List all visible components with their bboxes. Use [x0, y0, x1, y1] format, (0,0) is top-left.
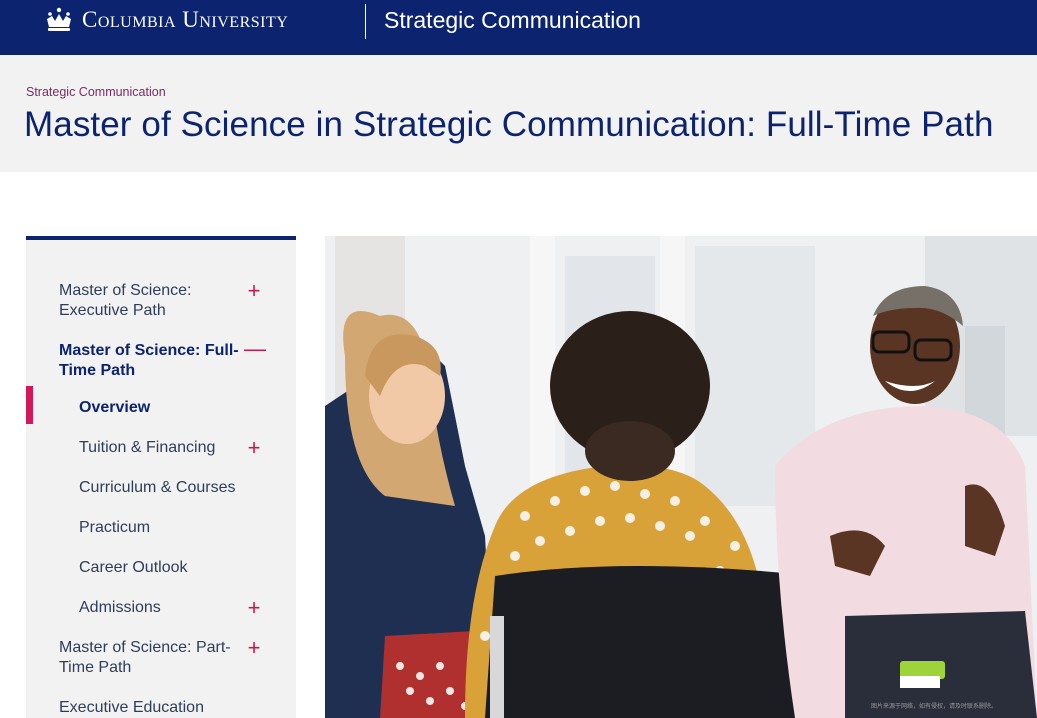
sidebar-item-tuition-financing[interactable]: Tuition & Financing + [26, 437, 296, 459]
sidebar-item-overview[interactable]: Overview [26, 398, 296, 418]
sidebar-item-label[interactable]: Career Outlook [79, 558, 264, 578]
group-discussion-illustration [325, 236, 1037, 718]
sidebar-item-executive-path[interactable]: Master of Science: Executive Path + [26, 280, 296, 323]
top-navigation-bar: Columbia University Strategic Communicat… [0, 0, 1037, 55]
university-logo-link[interactable]: Columbia University [44, 0, 288, 40]
sidebar-item-career-outlook[interactable]: Career Outlook [26, 558, 296, 578]
sidebar-item-label[interactable]: Master of Science: Full-Time Path [59, 341, 244, 381]
sidebar-item-label[interactable]: Executive Education [59, 698, 244, 718]
sidebar-item-label[interactable]: Admissions [79, 598, 264, 618]
sidebar-item-label[interactable]: Practicum [79, 518, 264, 538]
sidebar-item-part-time-path[interactable]: Master of Science: Part-Time Path + [26, 637, 296, 680]
page-banner: Strategic Communication Master of Scienc… [0, 55, 1037, 172]
sidebar-item-label[interactable]: Master of Science: Part-Time Path [59, 638, 244, 678]
sidebar-item-admissions[interactable]: Admissions + [26, 597, 296, 619]
page-title: Master of Science in Strategic Communica… [24, 105, 994, 144]
header-divider [365, 4, 366, 39]
hero-photo: 图片来源于网络，如有侵权，请及时联系删除。 [325, 236, 1037, 718]
university-name: Columbia University [82, 7, 289, 32]
collapse-icon[interactable]: — [244, 338, 266, 360]
sidebar-item-full-time-path[interactable]: Master of Science: Full-Time Path — [26, 338, 296, 383]
site-title-link[interactable]: Strategic Communication [384, 7, 641, 34]
sidebar-item-label[interactable]: Master of Science: Executive Path [59, 281, 244, 321]
expand-icon[interactable]: + [244, 280, 264, 302]
breadcrumb-link[interactable]: Strategic Communication [26, 85, 166, 99]
sidebar-item-executive-education[interactable]: Executive Education [26, 698, 296, 718]
crown-icon [47, 7, 71, 31]
expand-icon[interactable]: + [244, 637, 264, 659]
sidebar-item-label[interactable]: Overview [79, 398, 264, 418]
sidebar-item-curriculum-courses[interactable]: Curriculum & Courses [26, 478, 296, 498]
sidebar-navigation: Master of Science: Executive Path + Mast… [26, 236, 296, 718]
expand-icon[interactable]: + [244, 597, 264, 619]
expand-icon[interactable]: + [244, 437, 264, 459]
photo-watermark: 图片来源于网络，如有侵权，请及时联系删除。 [870, 704, 997, 710]
sidebar-item-label[interactable]: Curriculum & Courses [79, 478, 264, 498]
sidebar-item-label[interactable]: Tuition & Financing [79, 438, 264, 458]
sidebar-item-practicum[interactable]: Practicum [26, 518, 296, 538]
